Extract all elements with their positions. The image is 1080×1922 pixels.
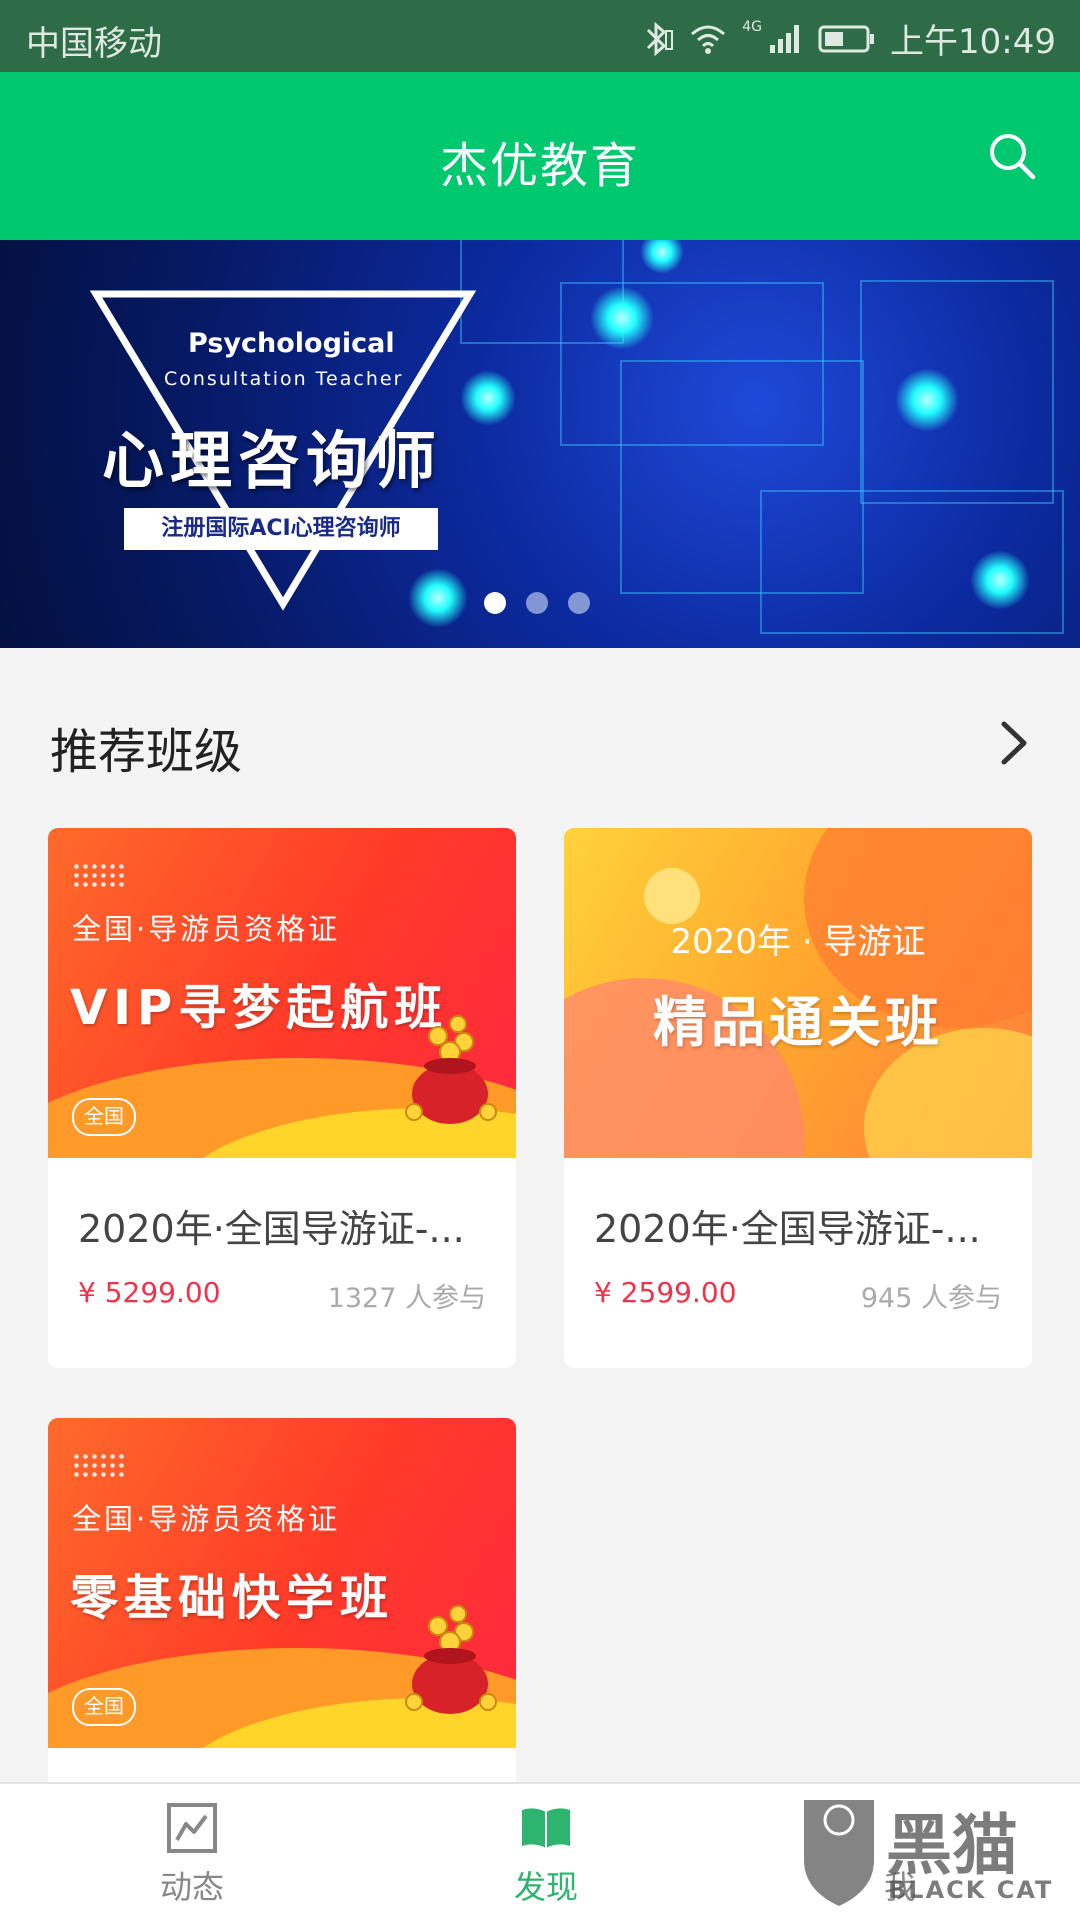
- region-badge: 全国: [72, 1688, 136, 1726]
- nav-label-dynamics: 动态: [159, 1868, 224, 1906]
- status-icons: 4G 上午10:49: [640, 14, 1056, 63]
- banner-title-en-2: Consultation Teacher: [164, 368, 404, 390]
- nav-label-discover: 发现: [513, 1868, 578, 1906]
- chart-icon: [167, 1803, 217, 1853]
- banner-tag: 注册国际ACI心理咨询师: [124, 508, 438, 550]
- watermark-text: 黑猫: [886, 1807, 1018, 1884]
- banner-glow: [895, 368, 959, 432]
- banner-glow: [970, 550, 1030, 610]
- course-thumbnail: 全国·导游员资格证 零基础快学班 全国: [48, 1418, 516, 1748]
- carrier-label: 中国移动: [26, 24, 162, 64]
- carousel-dot[interactable]: [526, 592, 548, 614]
- banner-glow: [590, 286, 654, 350]
- signal-icon: [768, 23, 804, 55]
- network-type-label: 4G: [742, 18, 763, 35]
- region-badge: 全国: [72, 1098, 136, 1136]
- promo-banner[interactable]: Psychological Consultation Teacher 心理咨询师…: [0, 240, 1080, 648]
- black-cat-logo-icon: [804, 1800, 874, 1906]
- watermark: 黑猫 BLACK CAT: [780, 1772, 1080, 1922]
- carousel-dot[interactable]: [568, 592, 590, 614]
- battery-icon: [818, 24, 876, 54]
- banner-title-en-1: Psychological: [188, 328, 395, 359]
- status-time: 上午10:49: [890, 22, 1056, 62]
- thumbnail-subtitle: 全国·导游员资格证: [72, 912, 341, 946]
- course-card[interactable]: 全国·导游员资格证 VIP寻梦起航班 全国 2020年·全国导游证-... ¥ …: [48, 828, 516, 1368]
- nav-item-discover[interactable]: 发现: [446, 1784, 646, 1922]
- money-bag-icon: [405, 1015, 497, 1124]
- section-more-button[interactable]: [988, 718, 1036, 768]
- status-bar: 中国移动 4G 上午10:49: [0, 0, 1080, 72]
- course-price: ¥ 2599.00: [594, 1276, 737, 1309]
- thumbnail-title: 零基础快学班: [70, 1570, 395, 1626]
- thumbnail-subtitle: 2020年 · 导游证: [670, 922, 926, 962]
- thumbnail-subtitle: 全国·导游员资格证: [72, 1502, 341, 1536]
- thumbnail-title: VIP寻梦起航班: [70, 980, 449, 1036]
- course-card[interactable]: 全国·导游员资格证 零基础快学班 全国: [48, 1418, 516, 1798]
- course-thumbnail: 2020年 · 导游证 精品通关班: [564, 828, 1032, 1158]
- wifi-icon: [688, 22, 728, 56]
- decor-dots: [72, 1452, 128, 1480]
- money-bag-icon: [405, 1605, 497, 1714]
- search-icon: [990, 134, 1036, 180]
- search-button[interactable]: [980, 124, 1044, 188]
- course-title: 2020年·全国导游证-...: [78, 1207, 465, 1251]
- watermark-text-en: BLACK CAT: [888, 1876, 1054, 1904]
- carousel-dot[interactable]: [484, 592, 506, 614]
- section-title: 推荐班级: [50, 724, 243, 780]
- course-card[interactable]: 2020年 · 导游证 精品通关班 2020年·全国导游证-... ¥ 2599…: [564, 828, 1032, 1368]
- bluetooth-icon: [640, 19, 674, 59]
- course-title: 2020年·全国导游证-...: [594, 1207, 981, 1251]
- bottom-nav: 动态 发现 我 黑猫 BLACK CAT: [0, 1782, 1080, 1922]
- course-price: ¥ 5299.00: [78, 1276, 221, 1309]
- decor-dots: [72, 862, 128, 890]
- app-header: 杰优教育: [0, 72, 1080, 240]
- participant-count: 945 人参与: [860, 1283, 1002, 1314]
- course-thumbnail: 全国·导游员资格证 VIP寻梦起航班 全国: [48, 828, 516, 1158]
- nav-item-dynamics[interactable]: 动态: [92, 1784, 292, 1922]
- carousel-indicator: [484, 592, 590, 614]
- banner-glow: [640, 240, 684, 274]
- chevron-right-icon: [1001, 721, 1027, 765]
- app-title: 杰优教育: [439, 138, 640, 194]
- book-icon: [522, 1808, 570, 1848]
- thumbnail-title: 精品通关班: [653, 991, 943, 1054]
- banner-title-cn: 心理咨询师: [102, 424, 443, 497]
- participant-count: 1327 人参与: [327, 1283, 486, 1314]
